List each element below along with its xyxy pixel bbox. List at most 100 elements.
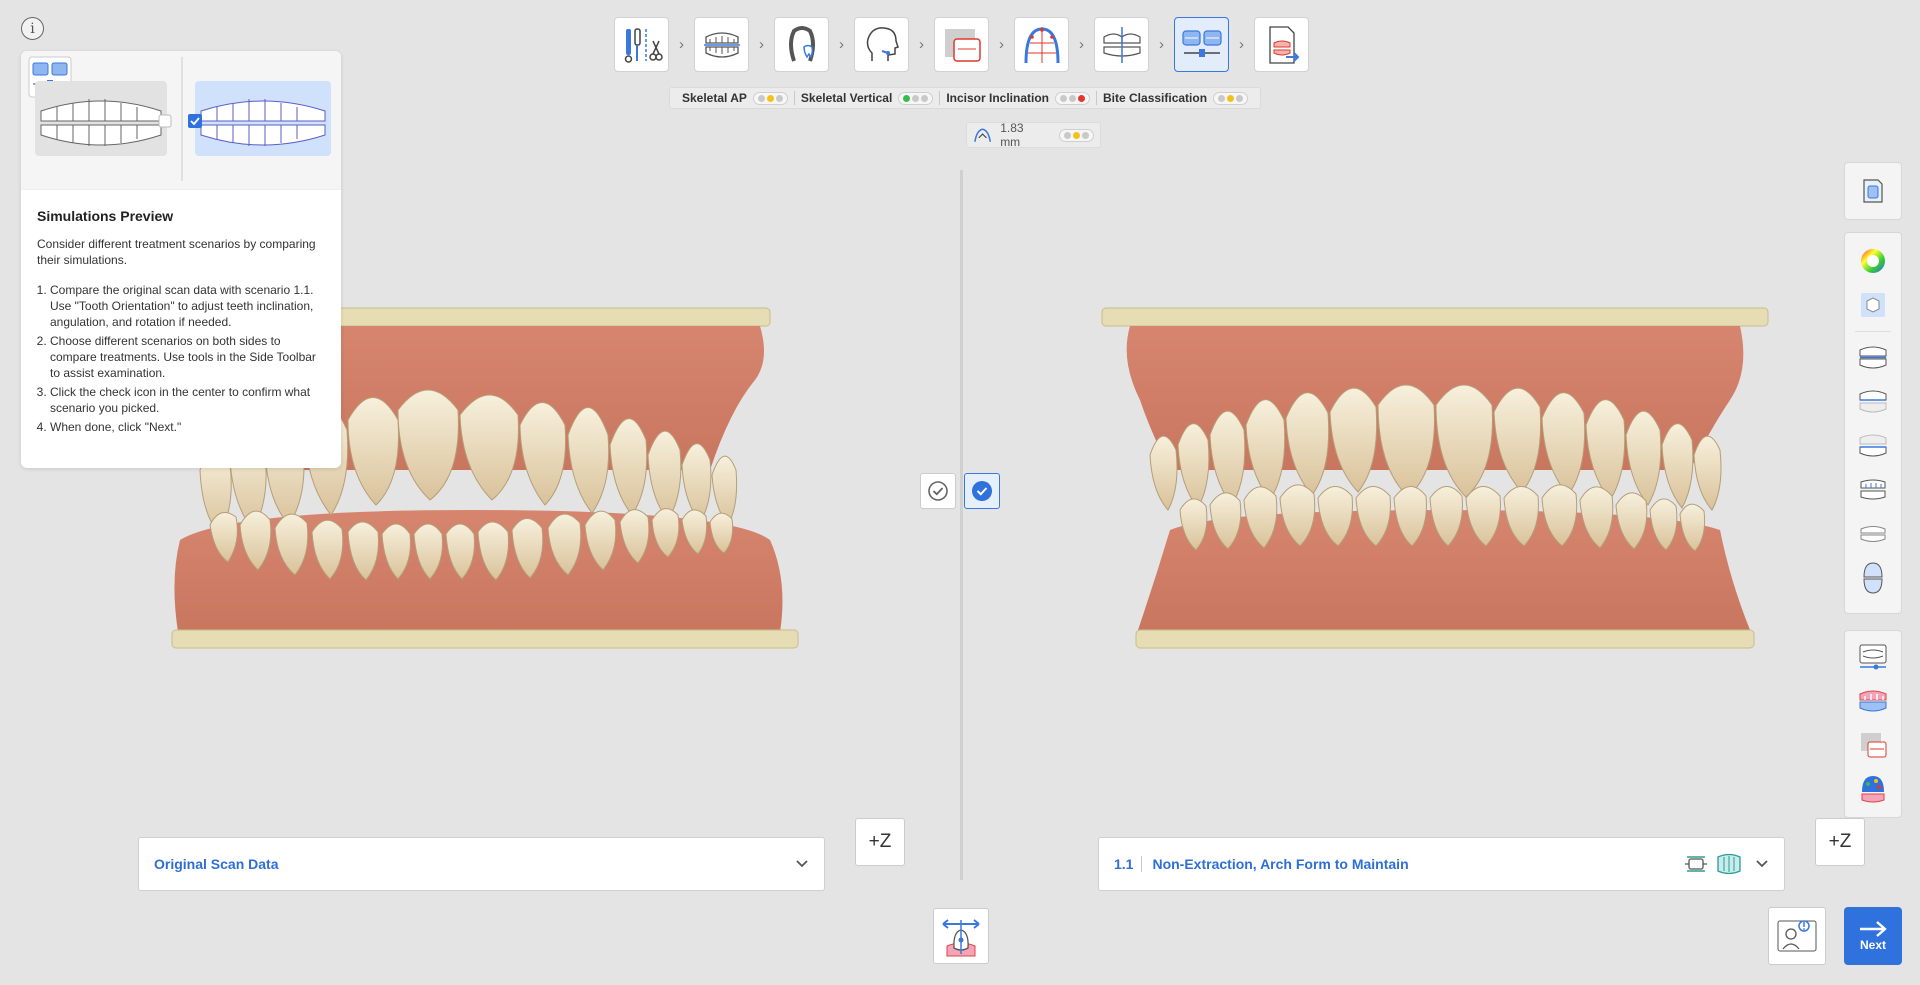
step-tooth-setup[interactable] — [774, 17, 829, 72]
arch-form-icon — [1024, 26, 1059, 63]
head-profile-icon — [866, 26, 899, 61]
space-measurement[interactable]: 1.83 mm — [966, 121, 1101, 149]
status-light — [1078, 94, 1086, 102]
consultation-report-button[interactable] — [1768, 907, 1826, 965]
open-report-button[interactable] — [1853, 171, 1893, 211]
document-view-icon — [1863, 179, 1883, 203]
front-view-icon — [1860, 479, 1886, 500]
scenario-simulation-3d-view — [1101, 307, 1769, 649]
status-light — [1227, 94, 1235, 102]
traffic-light-indicator — [1213, 91, 1249, 105]
traffic-light-indicator — [752, 91, 788, 105]
scenario-label: Original Scan Data — [154, 856, 279, 872]
classification-skeletal-vertical[interactable]: Skeletal Vertical — [793, 91, 939, 105]
step-simulations-preview[interactable] — [1174, 17, 1229, 72]
overlay-slider-icon — [1859, 644, 1887, 670]
help-illustration — [21, 51, 341, 190]
arch-tooth-icon — [788, 25, 815, 62]
split-jaw-icon — [1102, 26, 1141, 63]
side-view-icon — [1860, 526, 1886, 542]
occlusion-map-button[interactable] — [1853, 769, 1893, 809]
select-right-check-button[interactable] — [964, 473, 1000, 509]
status-light — [775, 94, 783, 102]
color-wheel-icon — [1861, 249, 1885, 273]
chevron-right-icon: › — [919, 36, 924, 53]
help-step: Choose different scenarios on both sides… — [50, 333, 325, 381]
comparison-illustration-icon — [28, 56, 331, 181]
view-occlusal-button[interactable] — [1853, 558, 1893, 598]
classification-bar: Skeletal AP Skeletal Vertical Incisor In… — [669, 87, 1262, 109]
both-jaws-icon — [1859, 346, 1887, 369]
check-circle-filled-icon — [972, 481, 992, 501]
aligner-icon — [1717, 853, 1741, 875]
upper-jaw-icon — [1859, 390, 1887, 413]
help-step: When done, click "Next." — [50, 419, 325, 435]
status-light — [1073, 131, 1080, 139]
view-side-button[interactable] — [1853, 514, 1893, 554]
step-export[interactable] — [1254, 17, 1309, 72]
step-face-analysis[interactable] — [854, 17, 909, 72]
transparency-button[interactable] — [1853, 285, 1893, 325]
right-zoom-fit-button[interactable]: +Z — [1815, 818, 1865, 866]
status-light — [903, 94, 911, 102]
arch-length-icon — [974, 128, 992, 142]
traffic-light-indicator — [898, 91, 934, 105]
classification-label: Skeletal Vertical — [800, 91, 893, 105]
viewport-divider[interactable] — [960, 170, 963, 880]
workflow-steps: › › › › › › › › — [614, 17, 1309, 72]
next-button[interactable]: Next — [1844, 907, 1902, 965]
view-lower-jaw-button[interactable] — [1853, 426, 1893, 466]
help-description: Consider different treatment scenarios b… — [37, 237, 316, 267]
classification-skeletal-ap[interactable]: Skeletal AP — [676, 91, 794, 105]
status-light — [921, 94, 929, 102]
toolbar-group-files — [1844, 162, 1902, 220]
status-light — [1218, 94, 1226, 102]
color-mode-button[interactable] — [1853, 241, 1893, 281]
view-upper-jaw-button[interactable] — [1853, 382, 1893, 422]
step-arch-form[interactable] — [1014, 17, 1069, 72]
left-scenario-dropdown[interactable]: Original Scan Data — [138, 837, 825, 891]
view-front-button[interactable] — [1853, 470, 1893, 510]
step-occlusion[interactable] — [694, 17, 749, 72]
overlay-compare-button[interactable] — [1853, 637, 1893, 677]
info-button[interactable]: i — [21, 17, 44, 40]
status-light — [912, 94, 920, 102]
right-jaw-model[interactable] — [1100, 300, 1770, 650]
xray-overlay-icon — [944, 28, 981, 62]
classification-bite[interactable]: Bite Classification — [1096, 91, 1254, 105]
scenario-number: 1.1 — [1114, 856, 1143, 872]
select-left-check-button[interactable] — [920, 473, 956, 509]
status-light — [1064, 131, 1071, 139]
chevron-right-icon: › — [1239, 36, 1244, 53]
traffic-light-indicator — [1059, 128, 1094, 142]
help-panel: Simulations Preview Consider different t… — [21, 51, 341, 468]
lower-jaw-icon — [1859, 434, 1887, 457]
scenario-label: Non-Extraction, Arch Form to Maintain — [1152, 856, 1409, 872]
chevron-right-icon: › — [999, 36, 1004, 53]
classification-incisor-inclination[interactable]: Incisor Inclination — [939, 91, 1096, 105]
right-scenario-dropdown[interactable]: 1.1 Non-Extraction, Arch Form to Maintai… — [1098, 837, 1785, 891]
help-title: Simulations Preview — [37, 208, 174, 224]
chevron-right-icon: › — [679, 36, 684, 53]
help-step: Click the check icon in the center to co… — [50, 384, 325, 416]
chevron-right-icon: › — [759, 36, 764, 53]
left-zoom-fit-button[interactable]: +Z — [855, 818, 905, 866]
attachments-icon — [1685, 856, 1707, 872]
tooth-movement-button[interactable] — [1853, 681, 1893, 721]
step-prepare-data[interactable] — [614, 17, 669, 72]
ceph-overlay-button[interactable] — [1853, 725, 1893, 765]
step-cephalometric[interactable] — [934, 17, 989, 72]
jaw-models-icon — [703, 31, 740, 58]
doctor-patient-icon — [1777, 920, 1817, 952]
view-both-jaws-button[interactable] — [1853, 338, 1893, 378]
segmentation-tools-icon — [624, 27, 663, 63]
status-light — [1069, 94, 1077, 102]
traffic-light-indicator — [1055, 91, 1091, 105]
tooth-orientation-icon — [942, 919, 980, 957]
toolbar-group-view — [1844, 232, 1902, 614]
next-label: Next — [1859, 938, 1886, 952]
tooth-movement-icon — [1859, 690, 1887, 712]
classification-label: Incisor Inclination — [946, 91, 1050, 105]
tooth-orientation-button[interactable] — [933, 908, 989, 964]
step-treatment-plan[interactable] — [1094, 17, 1149, 72]
